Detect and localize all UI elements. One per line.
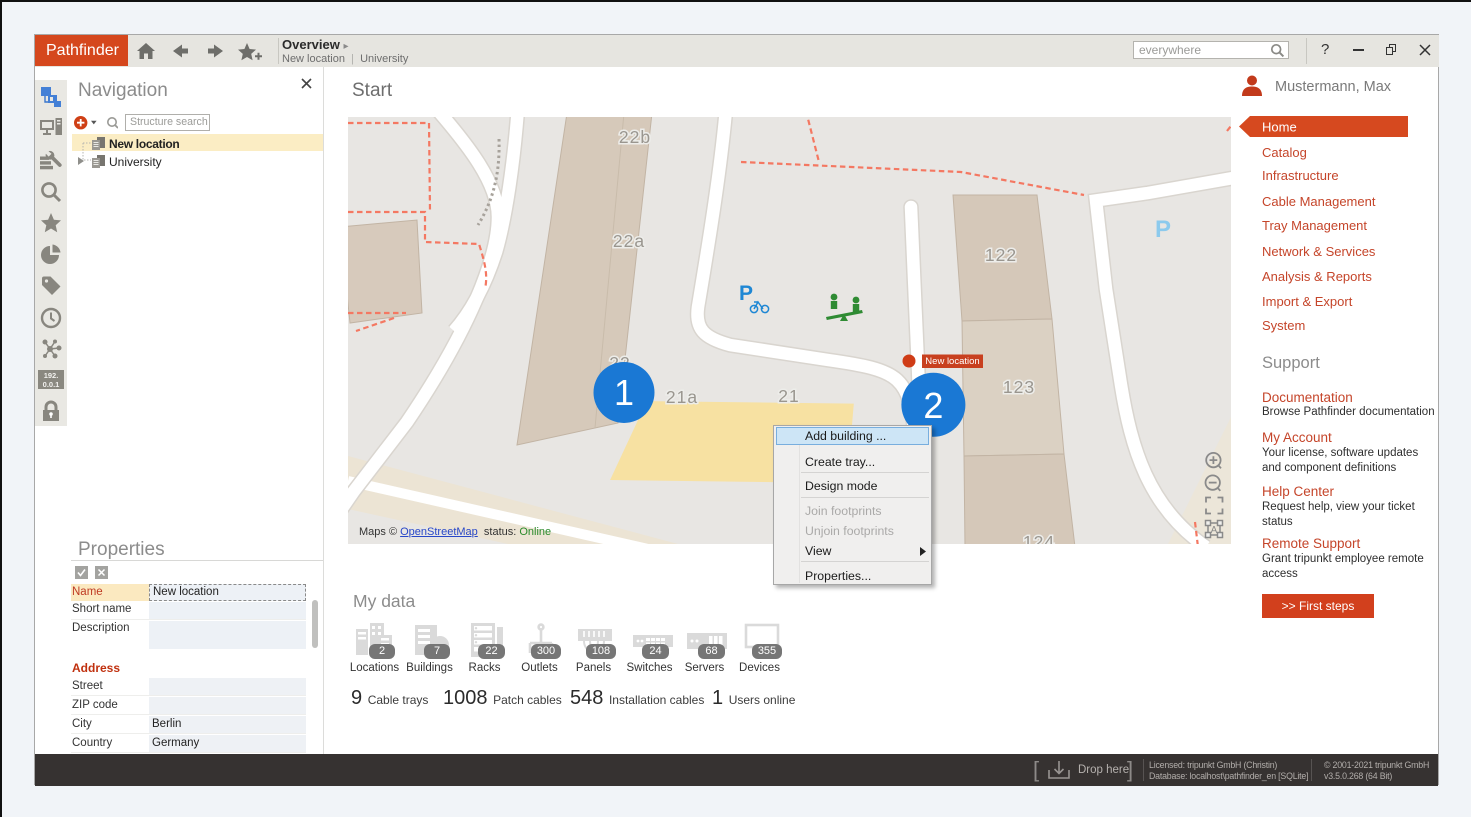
svg-text:124: 124 bbox=[1023, 532, 1055, 544]
svg-text:2: 2 bbox=[923, 385, 943, 426]
svg-text:21: 21 bbox=[778, 386, 799, 406]
svg-text:22b: 22b bbox=[619, 127, 651, 147]
svg-text:22a: 22a bbox=[613, 231, 645, 251]
svg-text:P: P bbox=[739, 282, 753, 305]
svg-text:21a: 21a bbox=[666, 387, 698, 407]
svg-text:1: 1 bbox=[614, 372, 634, 413]
svg-text:P: P bbox=[1155, 216, 1171, 243]
svg-text:New location: New location bbox=[925, 356, 979, 367]
svg-text:Home: Home bbox=[1262, 120, 1297, 135]
svg-text:123: 123 bbox=[1003, 377, 1035, 397]
svg-text:A: A bbox=[1211, 525, 1218, 536]
svg-text:122: 122 bbox=[985, 245, 1017, 265]
